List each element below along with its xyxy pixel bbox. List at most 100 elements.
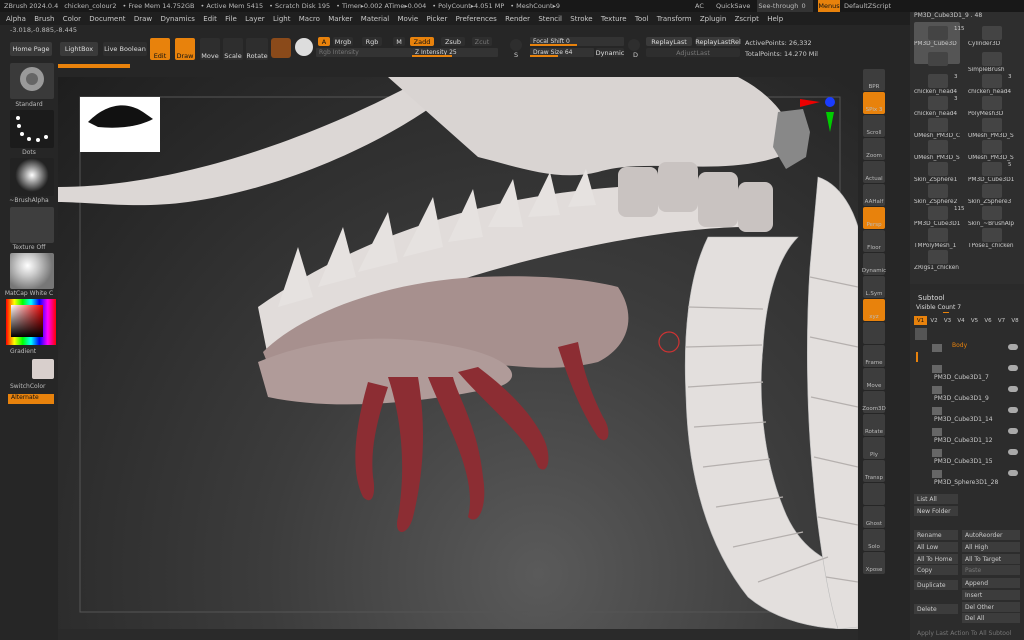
tool-item[interactable]: Skin_~BrushAlp bbox=[968, 206, 1016, 230]
visible-count-slider[interactable]: Visible Count 7 bbox=[916, 304, 974, 312]
menu-render[interactable]: Render bbox=[505, 15, 530, 23]
tool-item[interactable]: ZRigs1_chicken bbox=[914, 250, 962, 274]
subtool-item[interactable]: PM3D_Cube3D1_12 bbox=[930, 426, 1022, 446]
visibility-eye-icon[interactable] bbox=[1008, 386, 1018, 392]
delall-button[interactable]: Del All bbox=[962, 613, 1020, 623]
z-intensity-slider[interactable]: Z Intensity 25 bbox=[412, 48, 498, 57]
append-button[interactable]: Append bbox=[962, 578, 1020, 588]
canvas-viewport[interactable] bbox=[58, 77, 858, 629]
dynamic-button[interactable]: Dynamic bbox=[596, 48, 624, 57]
tool-item[interactable]: PM3D_Cube3D 115 bbox=[914, 26, 965, 50]
menu-alpha[interactable]: Alpha bbox=[6, 15, 26, 23]
menu-picker[interactable]: Picker bbox=[426, 15, 447, 23]
tool-item[interactable]: UMesh_PM3D_S bbox=[968, 118, 1016, 142]
tool-item[interactable]: SimpleBrush bbox=[968, 52, 1016, 76]
menu-zscript[interactable]: Zscript bbox=[735, 15, 759, 23]
menu-help[interactable]: Help bbox=[767, 15, 783, 23]
menu-layer[interactable]: Layer bbox=[245, 15, 265, 23]
a-button[interactable]: A bbox=[318, 37, 330, 46]
tool-item[interactable]: TPose1_chicken bbox=[968, 228, 1016, 252]
version-tab-v2[interactable]: V2 bbox=[928, 316, 941, 325]
menu-tool[interactable]: Tool bbox=[635, 15, 649, 23]
menu-zplugin[interactable]: Zplugin bbox=[700, 15, 726, 23]
draw-size-slider[interactable]: Draw Size 64 bbox=[530, 48, 594, 57]
version-tab-v1[interactable]: V1 bbox=[914, 316, 927, 325]
menu-brush[interactable]: Brush bbox=[34, 15, 54, 23]
delother-button[interactable]: Del Other bbox=[962, 602, 1020, 612]
adjust-last-slider[interactable]: AdjustLast bbox=[646, 48, 740, 57]
shelf-button-blank-18[interactable] bbox=[863, 483, 885, 505]
copy-button[interactable]: Copy bbox=[914, 565, 958, 575]
tool-item[interactable] bbox=[914, 52, 962, 76]
menu-stencil[interactable]: Stencil bbox=[538, 15, 562, 23]
replay-last-button[interactable]: ReplayLast bbox=[646, 37, 692, 46]
matcap-slot[interactable] bbox=[10, 253, 54, 289]
tool-item[interactable]: UMesh_PM3D_C bbox=[914, 118, 962, 142]
menu-material[interactable]: Material bbox=[361, 15, 389, 23]
version-tab-v6[interactable]: V6 bbox=[982, 316, 995, 325]
menu-light[interactable]: Light bbox=[273, 15, 290, 23]
alltohome-button[interactable]: All To Home bbox=[914, 554, 958, 564]
tool-item[interactable]: Cylinder3D bbox=[968, 26, 1016, 50]
tool-item[interactable]: PolyMesh3D bbox=[968, 96, 1016, 120]
tool-item[interactable]: chicken_head4 3 bbox=[914, 96, 962, 120]
rgb-button[interactable]: Rgb bbox=[362, 37, 382, 46]
see-through-slider[interactable]: See-through 0 bbox=[757, 0, 813, 12]
folder-icon[interactable] bbox=[915, 328, 927, 340]
tool-item[interactable]: TMPolyMesh_1 bbox=[914, 228, 962, 252]
subtool-item[interactable]: PM3D_Sphere3D1_28 bbox=[930, 468, 1022, 488]
standard-brush-slot[interactable] bbox=[10, 63, 54, 99]
paste-button[interactable]: Paste bbox=[962, 565, 1020, 575]
rgb-intensity-slider[interactable]: Rgb Intensity bbox=[316, 48, 412, 57]
menu-stroke[interactable]: Stroke bbox=[570, 15, 592, 23]
tool-item[interactable]: Skin_ZSphere2 bbox=[914, 184, 962, 208]
visibility-eye-icon[interactable] bbox=[1008, 344, 1018, 350]
menu-edit[interactable]: Edit bbox=[203, 15, 217, 23]
menu-texture[interactable]: Texture bbox=[601, 15, 627, 23]
tool-item[interactable]: chicken_head4 3 bbox=[914, 74, 962, 98]
subtool-item[interactable]: PM3D_Cube3D1_15 bbox=[930, 447, 1022, 467]
mrgb-button[interactable]: Mrgb bbox=[333, 37, 353, 46]
visibility-eye-icon[interactable] bbox=[1008, 365, 1018, 371]
rotate-button[interactable]: Rotate bbox=[246, 38, 268, 60]
listall-button[interactable]: List All bbox=[914, 494, 958, 504]
lightbox-button[interactable]: LightBox bbox=[60, 42, 98, 56]
tool-item[interactable]: Skin_ZSphere3 bbox=[968, 184, 1016, 208]
tool-item[interactable]: PM3D_Cube3D1 5 bbox=[968, 162, 1016, 186]
alllow-button[interactable]: All Low bbox=[914, 542, 958, 552]
version-tab-v4[interactable]: V4 bbox=[955, 316, 968, 325]
delete-button[interactable]: Delete bbox=[914, 604, 958, 614]
menu-macro[interactable]: Macro bbox=[299, 15, 320, 23]
menu-document[interactable]: Document bbox=[89, 15, 125, 23]
rename-button[interactable]: Rename bbox=[914, 530, 958, 540]
version-tab-v8[interactable]: V8 bbox=[1009, 316, 1022, 325]
tool-item[interactable]: UMesh_PM3D_S bbox=[914, 140, 962, 164]
alltotarget-button[interactable]: All To Target bbox=[962, 554, 1020, 564]
menu-movie[interactable]: Movie bbox=[397, 15, 418, 23]
insert-button[interactable]: Insert bbox=[962, 590, 1020, 600]
secondary-color-swatch[interactable] bbox=[32, 359, 54, 379]
tool-item[interactable]: PM3D_Cube3D1 115 bbox=[914, 206, 965, 230]
menu-transform[interactable]: Transform bbox=[657, 15, 692, 23]
menu-marker[interactable]: Marker bbox=[328, 15, 352, 23]
default-zscript-button[interactable]: DefaultZScript bbox=[844, 0, 897, 12]
visibility-eye-icon[interactable] bbox=[1008, 470, 1018, 476]
subtool-item[interactable]: PM3D_Cube3D1_14 bbox=[930, 405, 1022, 425]
menu-file[interactable]: File bbox=[225, 15, 237, 23]
live-boolean-button[interactable]: Live Boolean bbox=[103, 42, 147, 56]
allhigh-button[interactable]: All High bbox=[962, 542, 1020, 552]
version-tab-v7[interactable]: V7 bbox=[995, 316, 1008, 325]
menus-button[interactable]: Menus bbox=[818, 0, 840, 12]
tool-item[interactable]: chicken_head4 3 bbox=[968, 74, 1016, 98]
color-square[interactable] bbox=[11, 305, 43, 337]
version-tab-v5[interactable]: V5 bbox=[968, 316, 981, 325]
menu-dynamics[interactable]: Dynamics bbox=[160, 15, 195, 23]
dots-stroke-slot[interactable] bbox=[10, 110, 54, 148]
visibility-eye-icon[interactable] bbox=[1008, 407, 1018, 413]
newfolder-button[interactable]: New Folder bbox=[914, 506, 958, 516]
autoreorder-button[interactable]: AutoReorder bbox=[962, 530, 1020, 540]
zsub-button[interactable]: Zsub bbox=[441, 37, 465, 46]
edit-button[interactable]: Edit bbox=[150, 38, 170, 60]
replay-last-rel-button[interactable]: ReplayLastRel bbox=[695, 37, 741, 46]
shelf-button-blank-11[interactable] bbox=[863, 322, 885, 344]
